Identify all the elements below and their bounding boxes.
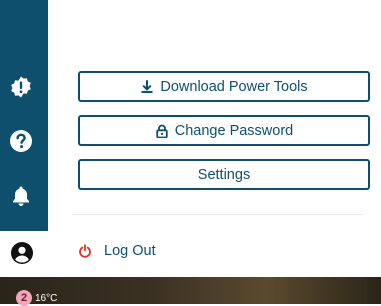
download-power-tools-button[interactable]: Download Power Tools: [78, 71, 370, 102]
log-out-label: Log Out: [104, 243, 156, 259]
sidebar-nav: [0, 0, 48, 231]
user-circle-icon[interactable]: [10, 241, 34, 265]
power-icon: [78, 244, 92, 258]
profile-cell[interactable]: [0, 231, 48, 277]
change-password-label: Change Password: [174, 122, 294, 139]
alert-badge-icon[interactable]: [9, 75, 33, 99]
bell-icon[interactable]: [9, 184, 33, 208]
weather-temperature[interactable]: 16°C: [35, 293, 57, 304]
settings-button[interactable]: Settings: [78, 159, 370, 190]
menu-divider: [72, 214, 364, 215]
settings-label: Settings: [197, 166, 251, 183]
log-out-link[interactable]: Log Out: [78, 240, 156, 262]
lock-icon: [155, 124, 169, 138]
download-power-tools-label: Download Power Tools: [160, 78, 308, 95]
download-icon: [140, 79, 154, 94]
change-password-button[interactable]: Change Password: [78, 115, 370, 146]
help-icon[interactable]: [9, 129, 33, 153]
